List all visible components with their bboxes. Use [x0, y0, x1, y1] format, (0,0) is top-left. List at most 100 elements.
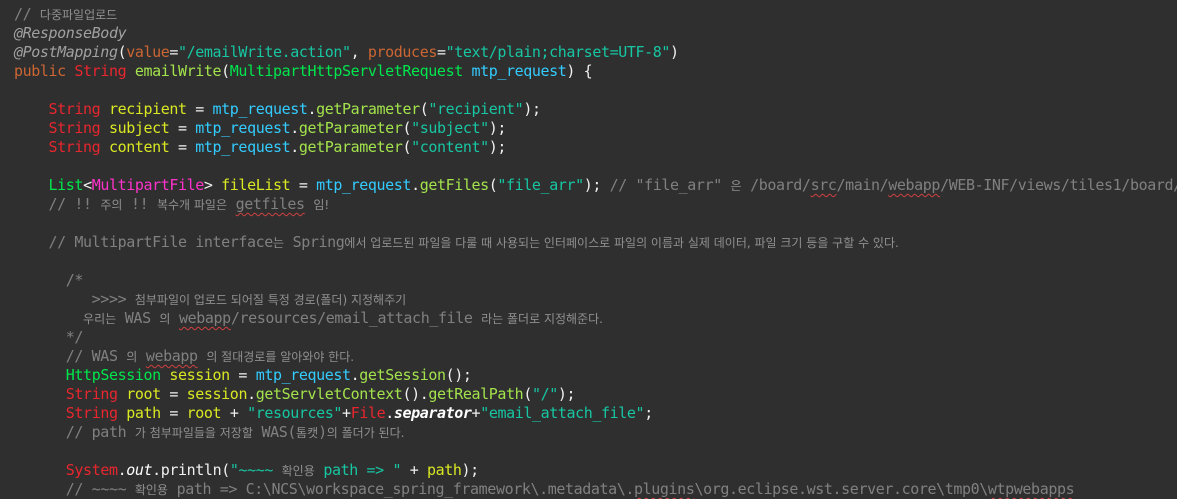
code-editor[interactable]: // 다중파일업로드 @ResponseBody @PostMapping(valu…	[0, 0, 1177, 499]
code-token: );	[583, 176, 610, 194]
code-token: 의 절대경로를 알아와야 한다.	[206, 350, 355, 364]
code-token: getSession	[359, 366, 446, 384]
code-token: 복수개 파일은	[156, 198, 227, 212]
code-line[interactable]: >>>> 첨부파일이 업로드 되어질 특정 경로(폴더) 지정해주기	[14, 290, 407, 309]
code-line[interactable]: String root = session.getServletContext(…	[14, 385, 576, 404]
code-token: 는	[272, 236, 284, 250]
code-token: =	[186, 100, 213, 118]
code-line[interactable]: HttpSession session = mtp_request.getSes…	[14, 366, 472, 385]
code-token: // ~~~~	[14, 480, 135, 498]
code-token: getRealPath	[428, 385, 524, 403]
code-line[interactable]: System.out.println("~~~~ 확인용 path => " +…	[14, 461, 479, 480]
code-token: .	[290, 119, 299, 137]
code-token: WAS(	[252, 423, 297, 441]
code-line[interactable]: List<MultipartFile> fileList = mtp_reque…	[14, 176, 1177, 195]
code-token: MultipartFile	[91, 176, 205, 194]
code-token: 라는 폴더로 지정해준다.	[481, 312, 603, 326]
code-token: 첨부파일이 업로드 되어질 특정 경로(폴더) 지정해주기	[134, 293, 407, 307]
code-line[interactable]: // 다중파일업로드	[14, 5, 117, 24]
code-token: ,	[350, 43, 368, 61]
code-line[interactable]: String content = mtp_request.getParamete…	[14, 138, 507, 157]
code-token: >	[203, 176, 222, 194]
code-line[interactable]: String recipient = mtp_request.getParame…	[14, 100, 541, 119]
code-token: +	[471, 404, 481, 422]
code-line[interactable]: @ResponseBody	[14, 24, 127, 43]
code-token: ();	[445, 366, 472, 384]
code-token: MultipartHttpServletRequest	[229, 62, 472, 80]
code-token: .	[307, 100, 317, 118]
code-token: println	[160, 461, 222, 479]
code-token: .	[290, 138, 299, 156]
code-token: getServletContext	[255, 385, 403, 403]
code-token: //	[14, 5, 40, 23]
code-token: mtp_request	[212, 100, 308, 118]
code-token: =	[169, 119, 196, 137]
code-line[interactable]: // MultipartFile interface는 Spring에서 업로드…	[14, 233, 899, 252]
code-token: =	[290, 176, 317, 194]
code-token: (	[221, 461, 230, 479]
code-token: "/"	[531, 385, 558, 403]
code-line[interactable]: /*	[14, 271, 84, 290]
code-line[interactable]: public String emailWrite(MultipartHttpSe…	[14, 62, 593, 81]
code-token: "subject"	[411, 119, 489, 137]
code-token: separator	[393, 404, 472, 422]
code-token: .	[117, 461, 127, 479]
code-token: System	[65, 461, 118, 479]
code-token: =	[160, 404, 187, 422]
code-token: +	[401, 461, 427, 479]
code-token: +	[221, 404, 248, 422]
code-line[interactable]: */	[14, 328, 84, 347]
code-token: 주의	[100, 198, 123, 212]
code-line[interactable]: // WAS 의 webapp 의 절대경로를 알아와야 한다.	[14, 347, 354, 366]
code-line[interactable]: @PostMapping(value="/emailWrite.action",…	[14, 43, 679, 62]
code-token: getfiles	[235, 195, 305, 213]
code-token: fileList	[221, 176, 291, 194]
code-token: getParameter	[298, 138, 403, 156]
code-line[interactable]: // !! 주의 !! 복수개 파일은 getfiles 임!	[14, 195, 330, 214]
code-line[interactable]: String path = root + "resources"+File.se…	[14, 404, 653, 423]
code-token: // path	[14, 423, 135, 441]
code-token: webapp	[145, 347, 198, 365]
code-token: mtp_request	[255, 366, 351, 384]
code-token: .	[350, 366, 360, 384]
code-token: .	[411, 176, 420, 194]
code-line[interactable]: // ~~~~ 확인용 path => C:\NCS\workspace_spr…	[14, 480, 1075, 499]
code-token: public	[14, 62, 75, 80]
code-token: plugins	[634, 480, 695, 498]
code-token: =	[169, 43, 179, 61]
code-token: out	[126, 461, 153, 479]
code-token: 의 폴더가 된다.	[326, 426, 405, 440]
code-token: );	[523, 100, 541, 118]
code-token: String	[48, 119, 109, 137]
code-token: emailWrite	[134, 62, 222, 80]
code-token: path	[426, 461, 462, 479]
code-token: =	[160, 385, 187, 403]
code-token: "email_attach_file"	[480, 404, 645, 422]
code-token: recipient	[108, 100, 187, 118]
code-token: (	[117, 43, 127, 61]
code-token: .	[385, 404, 394, 422]
code-token: "~~~~	[229, 461, 282, 479]
code-token: Spring	[283, 233, 345, 251]
code-token: /board/	[741, 176, 811, 194]
code-line[interactable]: String subject = mtp_request.getParamete…	[14, 119, 507, 138]
code-token: =	[229, 366, 256, 384]
code-token: path => C:\NCS\workspace_spring_framewor…	[167, 480, 635, 498]
code-token: 확인용	[281, 464, 315, 478]
code-line[interactable]: 우리는 WAS 의 webapp/resources/email_attach_…	[14, 309, 603, 328]
code-token: 임!	[313, 198, 330, 212]
code-token: getParameter	[298, 119, 403, 137]
code-token: (	[402, 138, 412, 156]
code-token: /WEB-INF/views/tiles1/board/add.jsp	[940, 176, 1177, 194]
code-token: getParameter	[316, 100, 420, 118]
code-token: String	[48, 100, 109, 118]
code-token: ;	[644, 404, 653, 422]
code-token: // MultipartFile interface	[14, 233, 274, 251]
code-line[interactable]: // path 가 첨부파일들을 저장할 WAS(톰캣)의 폴더가 된다.	[14, 423, 405, 442]
code-token: getFiles	[419, 176, 489, 194]
code-token: String	[74, 62, 135, 80]
